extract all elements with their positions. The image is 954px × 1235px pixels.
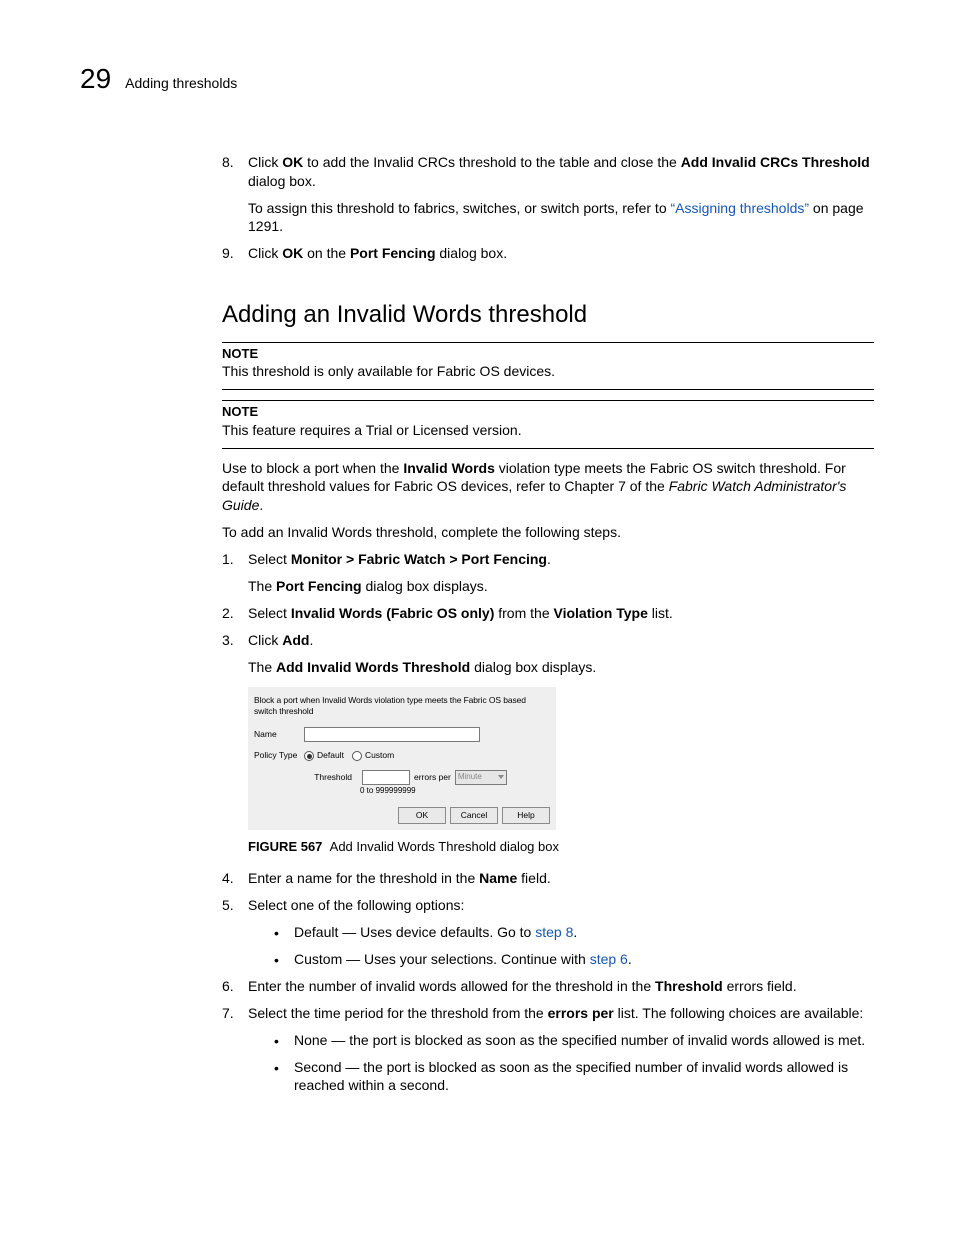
radio-dot-icon: [304, 751, 314, 761]
note-text: This threshold is only available for Fab…: [222, 362, 874, 381]
step-3: 3. Click Add. The Add Invalid Words Thre…: [222, 631, 874, 677]
intro-paragraph-2: To add an Invalid Words threshold, compl…: [222, 523, 874, 542]
figure-dialog-screenshot: Block a port when Invalid Words violatio…: [248, 687, 874, 830]
chapter-title: Adding thresholds: [125, 74, 237, 93]
dialog-description: Block a port when Invalid Words violatio…: [254, 695, 550, 718]
step-number: 9.: [222, 244, 234, 263]
threshold-input[interactable]: [362, 770, 410, 785]
step-7: 7. Select the time period for the thresh…: [222, 1004, 874, 1096]
name-input[interactable]: [304, 727, 480, 742]
note-label: NOTE: [222, 345, 874, 363]
link-assigning-thresholds[interactable]: “Assigning thresholds”: [671, 200, 810, 216]
radio-dot-icon: [352, 751, 362, 761]
divider: [222, 400, 874, 401]
step-1: 1. Select Monitor > Fabric Watch > Port …: [222, 550, 874, 596]
step-2: 2. Select Invalid Words (Fabric OS only)…: [222, 604, 874, 623]
cancel-button[interactable]: Cancel: [450, 807, 498, 824]
divider: [222, 448, 874, 449]
page-header: 29 Adding thresholds: [80, 60, 874, 98]
radio-custom[interactable]: Custom: [352, 750, 394, 761]
unit-select[interactable]: Minute: [455, 770, 507, 785]
intro-paragraph: Use to block a port when the Invalid Wor…: [222, 459, 874, 516]
chevron-down-icon: [498, 775, 504, 779]
bullet-second: Second — the port is blocked as soon as …: [274, 1058, 874, 1096]
divider: [222, 389, 874, 390]
step-4: 4. Enter a name for the threshold in the…: [222, 869, 874, 888]
threshold-label: Threshold: [302, 772, 358, 783]
ok-button[interactable]: OK: [398, 807, 446, 824]
divider: [222, 342, 874, 343]
bullet-custom: Custom — Uses your selections. Continue …: [274, 950, 874, 969]
note-text: This feature requires a Trial or License…: [222, 421, 874, 440]
step-6: 6. Enter the number of invalid words all…: [222, 977, 874, 996]
note-label: NOTE: [222, 403, 874, 421]
step-8: 8. Click OK to add the Invalid CRCs thre…: [222, 153, 874, 237]
step-9: 9. Click OK on the Port Fencing dialog b…: [222, 244, 874, 263]
chapter-number: 29: [80, 60, 111, 98]
link-step-6[interactable]: step 6: [590, 951, 628, 967]
help-button[interactable]: Help: [502, 807, 550, 824]
link-step-8[interactable]: step 8: [535, 924, 573, 940]
bullet-default: Default — Uses device defaults. Go to st…: [274, 923, 874, 942]
step-number: 8.: [222, 153, 234, 172]
threshold-hint: 0 to 999999999: [360, 786, 550, 797]
section-heading: Adding an Invalid Words threshold: [222, 299, 874, 331]
step-5: 5. Select one of the following options: …: [222, 896, 874, 969]
radio-default[interactable]: Default: [304, 750, 344, 761]
figure-caption: FIGURE 567 Add Invalid Words Threshold d…: [248, 838, 874, 856]
errors-per-label: errors per: [414, 772, 451, 783]
bullet-none: None — the port is blocked as soon as th…: [274, 1031, 874, 1050]
name-label: Name: [254, 729, 304, 740]
policy-type-label: Policy Type: [254, 750, 304, 761]
